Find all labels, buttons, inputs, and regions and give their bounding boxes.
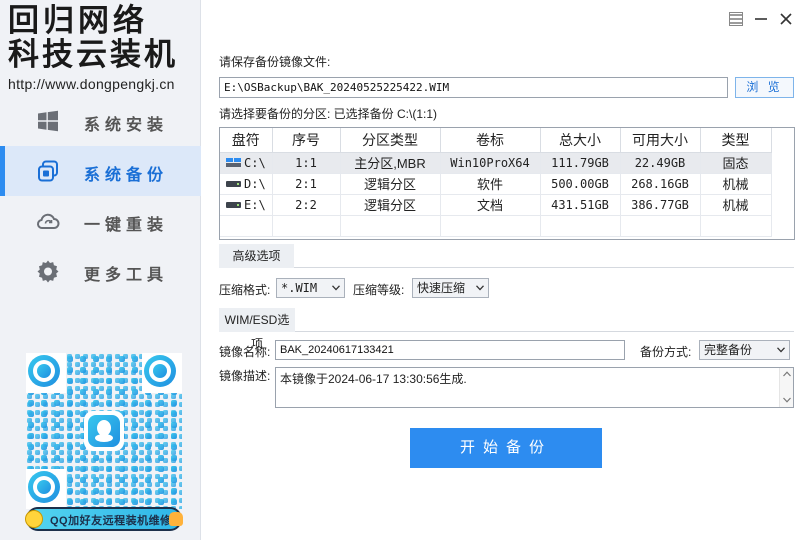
compress-level-select[interactable]: 快速压缩 — [412, 278, 489, 298]
compress-level-label: 压缩等级: — [353, 283, 405, 297]
column-header-total-size[interactable]: 总大小 — [540, 128, 621, 153]
backup-file-path-input[interactable]: E:\OSBackup\BAK_20240525225422.WIM — [219, 77, 728, 98]
brand-logo: 回归网络 科技云装机 http://www.dongpengkj.cn — [6, 4, 196, 94]
partition-type-cell: 逻辑分区 — [340, 194, 441, 216]
qq-banner: QQ加好友远程装机维修 — [25, 507, 183, 531]
total-size-cell: 111.79GB — [540, 152, 621, 174]
index-cell: 1:1 — [272, 152, 341, 174]
smile-emoji-icon — [25, 510, 43, 528]
column-header-index[interactable]: 序号 — [272, 128, 341, 153]
sidebar-item-label: 系统备份 — [84, 167, 169, 184]
backup-copy-icon — [38, 160, 58, 182]
restore-icon[interactable] — [727, 10, 745, 28]
gear-icon — [37, 260, 59, 283]
sidebar-item-label: 系统安装 — [84, 117, 169, 134]
backup-mode-label: 备份方式: — [640, 345, 692, 359]
disk-kind-cell: 机械 — [700, 173, 772, 195]
scroll-down-icon[interactable] — [783, 397, 791, 403]
start-backup-button[interactable]: 开始备份 — [410, 428, 602, 468]
image-name-input[interactable]: BAK_20240617133421 — [275, 340, 625, 360]
sidebar-item-one-click-reinstall[interactable]: 一键重装 — [0, 196, 201, 246]
chevron-down-icon — [777, 347, 785, 353]
sidebar-item-label: 更多工具 — [84, 267, 169, 284]
section-divider — [295, 331, 794, 332]
drive-letter: C:\ — [244, 155, 266, 170]
partition-type-cell: 主分区,MBR — [340, 152, 441, 174]
free-size-cell: 268.16GB — [620, 173, 701, 195]
save-file-label: 请保存备份镜像文件: — [219, 55, 331, 69]
image-name-label: 镜像名称: — [219, 345, 271, 359]
index-cell: 2:2 — [272, 194, 341, 216]
browse-button[interactable]: 浏 览 — [735, 77, 794, 98]
windows-drive-icon — [226, 157, 241, 167]
image-description-text: 本镜像于2024-06-17 13:30:56生成. — [280, 372, 467, 386]
disk-drive-icon — [226, 180, 241, 187]
compress-format-select[interactable]: *.WIM — [276, 278, 345, 298]
compress-format-label: 压缩格式: — [219, 283, 271, 297]
windows-icon — [38, 110, 58, 132]
compress-format-value: *.WIM — [281, 281, 318, 295]
image-description-textarea[interactable]: 本镜像于2024-06-17 13:30:56生成. — [275, 367, 794, 408]
sidebar: 回归网络 科技云装机 http://www.dongpengkj.cn 系统安装… — [0, 0, 201, 540]
image-description-label: 镜像描述: — [219, 369, 271, 383]
column-header-partition-type[interactable]: 分区类型 — [340, 128, 441, 153]
partition-table[interactable]: 盘符 序号 分区类型 卷标 总大小 可用大小 类型 C:\ 1:1 主分区,MB… — [219, 127, 795, 240]
wim-esd-options-tab[interactable]: WIM/ESD选项 — [219, 308, 295, 351]
qq-banner-text: QQ加好友远程装机维修 — [50, 515, 172, 527]
free-size-cell: 386.77GB — [620, 194, 701, 216]
brand-line1: 回归网络 — [8, 3, 148, 39]
qq-qr-card: QQ加好友远程装机维修 — [20, 347, 185, 537]
sidebar-item-system-install[interactable]: 系统安装 — [0, 96, 201, 146]
table-row[interactable]: D:\ 2:1 逻辑分区 软件 500.00GB 268.16GB 机械 — [220, 173, 772, 195]
backup-mode-value: 完整备份 — [704, 343, 753, 357]
drive-letter: D:\ — [244, 176, 266, 191]
drive-cell: E:\ — [220, 194, 273, 216]
brand-line2: 科技云装机 — [8, 37, 178, 73]
volume-cell: 文档 — [440, 194, 541, 216]
sidebar-item-label: 一键重装 — [84, 217, 169, 234]
index-cell: 2:1 — [272, 173, 341, 195]
column-header-drive[interactable]: 盘符 — [220, 128, 273, 153]
total-size-cell: 500.00GB — [540, 173, 621, 195]
drive-cell: D:\ — [220, 173, 273, 195]
table-row-empty — [220, 215, 772, 237]
volume-cell: 软件 — [440, 173, 541, 195]
table-row[interactable]: C:\ 1:1 主分区,MBR Win10ProX64 111.79GB 22.… — [220, 152, 772, 174]
table-row[interactable]: E:\ 2:2 逻辑分区 文档 431.51GB 386.77GB 机械 — [220, 194, 772, 216]
scroll-up-icon[interactable] — [783, 371, 791, 377]
column-header-disk-kind[interactable]: 类型 — [700, 128, 772, 153]
close-icon[interactable] — [777, 10, 795, 28]
column-header-free-size[interactable]: 可用大小 — [620, 128, 701, 153]
table-header-row: 盘符 序号 分区类型 卷标 总大小 可用大小 类型 — [220, 128, 772, 153]
disk-drive-icon — [226, 201, 241, 208]
advanced-options-tab[interactable]: 高级选项 — [219, 244, 294, 268]
bell-icon — [169, 512, 183, 526]
chevron-down-icon — [476, 285, 484, 291]
qr-code-image — [26, 353, 182, 509]
compress-level-value: 快速压缩 — [417, 281, 466, 295]
partition-select-label: 请选择要备份的分区: 已选择备份 C:\(1:1) — [219, 107, 438, 121]
chevron-down-icon — [332, 285, 340, 291]
cloud-refresh-icon — [37, 213, 60, 229]
total-size-cell: 431.51GB — [540, 194, 621, 216]
minimize-icon[interactable] — [752, 10, 770, 28]
column-header-volume[interactable]: 卷标 — [440, 128, 541, 153]
drive-cell: C:\ — [220, 152, 273, 174]
section-divider — [294, 267, 794, 268]
backup-mode-select[interactable]: 完整备份 — [699, 340, 790, 360]
disk-kind-cell: 机械 — [700, 194, 772, 216]
brand-url: http://www.dongpengkj.cn — [8, 76, 175, 92]
sidebar-item-system-backup[interactable]: 系统备份 — [0, 146, 201, 196]
sidebar-item-more-tools[interactable]: 更多工具 — [0, 246, 201, 296]
volume-cell: Win10ProX64 — [440, 152, 541, 174]
drive-letter: E:\ — [244, 197, 266, 212]
description-scrollbar[interactable] — [779, 368, 793, 407]
disk-kind-cell: 固态 — [700, 152, 772, 174]
partition-type-cell: 逻辑分区 — [340, 173, 441, 195]
free-size-cell: 22.49GB — [620, 152, 701, 174]
